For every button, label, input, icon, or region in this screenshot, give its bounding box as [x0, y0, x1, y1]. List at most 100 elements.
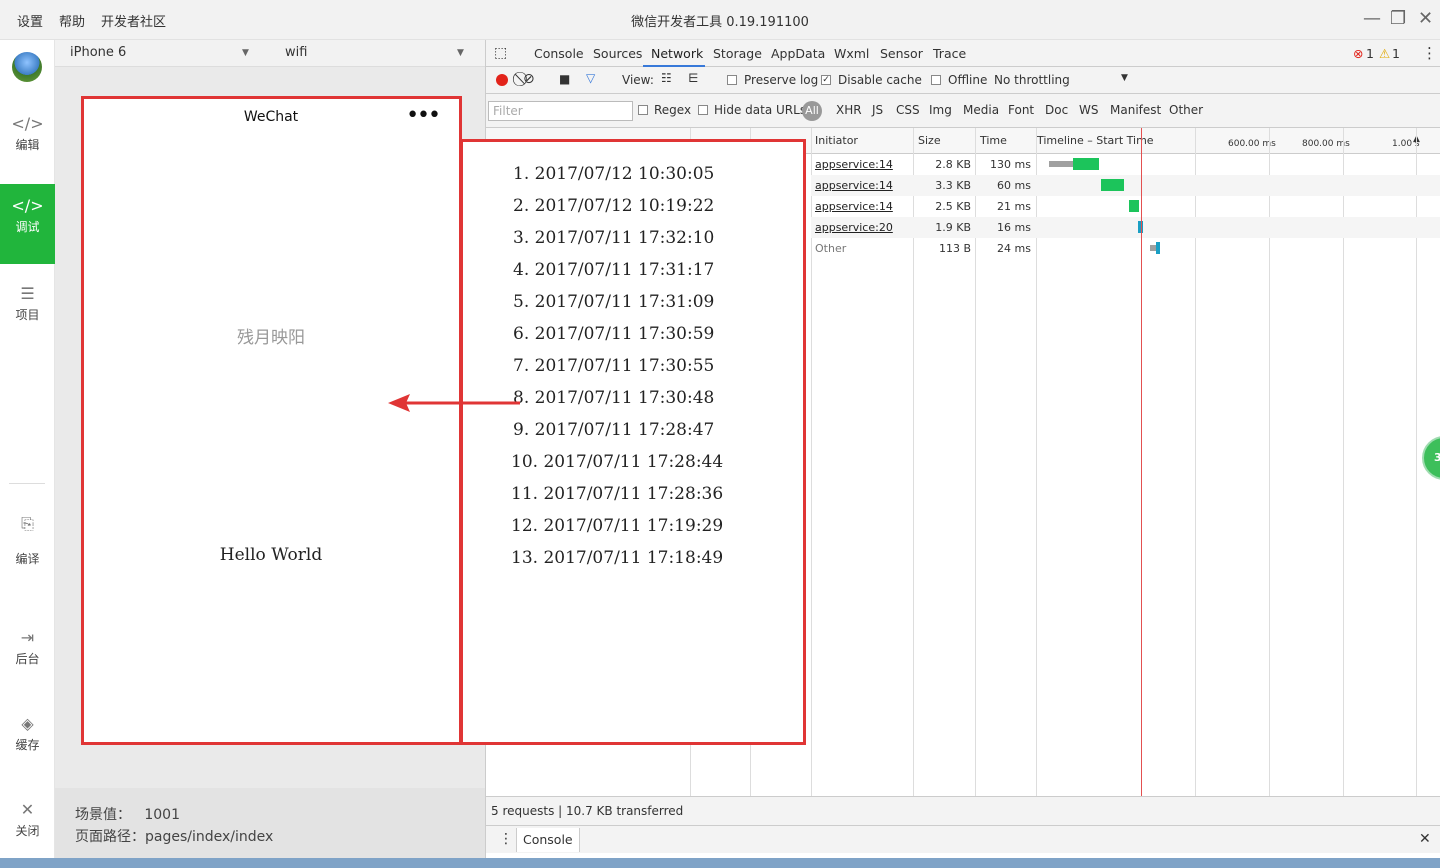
- os-taskbar: [0, 858, 1440, 868]
- tab-wxml[interactable]: Wxml: [834, 46, 869, 61]
- record-icon[interactable]: [496, 74, 508, 86]
- sidebar-item-label: 项目: [15, 308, 40, 322]
- timing-bar-wait: [1049, 161, 1073, 167]
- background-icon: ⇥: [20, 628, 35, 647]
- warning-icon[interactable]: ⚠: [1379, 46, 1390, 61]
- column-timeline[interactable]: Timeline – Start Time: [1037, 134, 1154, 147]
- sidebar-item-edit[interactable]: </> 编辑: [0, 102, 55, 182]
- simulator-info: 场景值： 1001 页面路径：pages/index/index: [55, 788, 485, 868]
- avatar[interactable]: [12, 52, 42, 82]
- initiator-cell[interactable]: appservice:14: [815, 158, 893, 171]
- table-row[interactable]: appservice:20 1.9 KB 16 ms: [811, 217, 1440, 238]
- sidebar-item-compile[interactable]: ⎘ 编译: [0, 502, 55, 582]
- close-window-icon[interactable]: ✕: [1418, 8, 1433, 29]
- list-item: 12. 2017/07/11 17:19:29: [511, 516, 724, 536]
- tab-sources[interactable]: Sources: [593, 46, 642, 61]
- filter-img[interactable]: Img: [929, 103, 952, 117]
- path-line: 页面路径：pages/index/index: [75, 826, 273, 846]
- device-select[interactable]: iPhone 6: [70, 45, 126, 60]
- tab-storage[interactable]: Storage: [713, 46, 762, 61]
- sidebar-item-debug[interactable]: </> 调试: [0, 184, 55, 264]
- tab-console[interactable]: Console: [534, 46, 584, 61]
- waterfall-view-icon[interactable]: ⋿: [688, 71, 698, 85]
- scene-line: 场景值： 1001: [75, 804, 180, 824]
- warning-count: 1: [1392, 46, 1400, 61]
- size-cell: 1.9 KB: [935, 221, 971, 234]
- list-item: 11. 2017/07/11 17:28:36: [511, 484, 724, 504]
- filter-font[interactable]: Font: [1008, 103, 1034, 117]
- drawer-menu-icon[interactable]: ⋮: [499, 831, 513, 847]
- offline-label: Offline: [948, 73, 988, 87]
- scene-label: 场景值：: [75, 807, 131, 823]
- video-icon[interactable]: ■: [559, 72, 570, 86]
- filter-icon[interactable]: ▽: [586, 71, 595, 85]
- list-view-icon[interactable]: ☷: [661, 71, 672, 85]
- hide-data-urls-checkbox[interactable]: [698, 105, 708, 115]
- sidebar-item-background[interactable]: ⇥ 后台: [0, 616, 55, 696]
- column-time[interactable]: Time: [980, 134, 1007, 147]
- filter-xhr[interactable]: XHR: [836, 103, 862, 117]
- maximize-icon[interactable]: ❐: [1390, 8, 1406, 29]
- filter-js[interactable]: JS: [872, 103, 883, 117]
- layers-icon: ◈: [21, 714, 34, 733]
- tab-appdata[interactable]: AppData: [771, 46, 825, 61]
- initiator-cell[interactable]: appservice:14: [815, 200, 893, 213]
- block-icon[interactable]: ⊘: [523, 71, 535, 87]
- filter-input[interactable]: Filter: [488, 101, 633, 121]
- throttling-select[interactable]: No throttling: [994, 73, 1070, 87]
- sidebar-item-label: 后台: [15, 652, 40, 666]
- chevron-down-icon[interactable]: ▼: [1121, 73, 1128, 83]
- close-icon: ✕: [20, 800, 35, 819]
- regex-checkbox[interactable]: [638, 105, 648, 115]
- chevron-down-icon[interactable]: ▼: [457, 48, 464, 58]
- close-drawer-icon[interactable]: ✕: [1419, 831, 1431, 847]
- network-select[interactable]: wifi: [285, 45, 307, 60]
- filter-all-button[interactable]: All: [802, 101, 822, 121]
- chevron-down-icon[interactable]: ▼: [242, 48, 249, 58]
- left-sidebar: </> 编辑 </> 调试 ☰ 项目 ⎘ 编译 ⇥ 后台 ◈ 缓存 ✕ 关闭: [0, 40, 55, 868]
- time-cell: 60 ms: [997, 179, 1031, 192]
- log-list-overlay: 1. 2017/07/12 10:30:05 2. 2017/07/12 10:…: [460, 139, 806, 745]
- kebab-menu-icon[interactable]: ⋮: [1422, 44, 1437, 62]
- scene-value: 1001: [144, 807, 180, 823]
- initiator-cell[interactable]: appservice:20: [815, 221, 893, 234]
- debug-icon: </>: [11, 196, 44, 215]
- sidebar-item-cache[interactable]: ◈ 缓存: [0, 702, 55, 782]
- tab-sensor[interactable]: Sensor: [880, 46, 923, 61]
- sidebar-item-label: 关闭: [15, 824, 40, 838]
- column-size[interactable]: Size: [918, 134, 941, 147]
- list-item: 1. 2017/07/12 10:30:05: [513, 164, 715, 184]
- annotation-phone-frame: [81, 96, 462, 745]
- offline-checkbox[interactable]: [931, 75, 941, 85]
- tab-network[interactable]: Network: [651, 46, 703, 61]
- filter-other[interactable]: Other: [1169, 103, 1203, 117]
- filter-doc[interactable]: Doc: [1045, 103, 1068, 117]
- initiator-cell[interactable]: appservice:14: [815, 179, 893, 192]
- sidebar-item-label: 编译: [15, 552, 40, 566]
- sidebar-item-project[interactable]: ☰ 项目: [0, 272, 55, 352]
- device-bar: iPhone 6 ▼ wifi ▼: [55, 40, 485, 67]
- table-row[interactable]: appservice:14 2.8 KB 130 ms: [811, 154, 1440, 175]
- devtools-tabs: ⬚ Console Sources Network Storage AppDat…: [486, 40, 1440, 67]
- preserve-log-checkbox[interactable]: [727, 75, 737, 85]
- error-icon[interactable]: ⊗: [1353, 46, 1363, 61]
- menu-icon: ☰: [20, 284, 35, 303]
- drawer-tab-console[interactable]: Console: [516, 828, 580, 852]
- filter-media[interactable]: Media: [963, 103, 999, 117]
- size-cell: 2.5 KB: [935, 200, 971, 213]
- filter-css[interactable]: CSS: [896, 103, 920, 117]
- network-summary: 5 requests | 10.7 KB transferred: [486, 796, 1440, 825]
- table-row[interactable]: appservice:14 2.5 KB 21 ms: [811, 196, 1440, 217]
- tab-trace[interactable]: Trace: [933, 46, 966, 61]
- table-row[interactable]: Other 113 B 24 ms: [811, 238, 1440, 259]
- filter-bar: Filter Regex Hide data URLs All XHR JS C…: [486, 94, 1440, 128]
- minimize-icon[interactable]: —: [1363, 8, 1381, 29]
- filter-ws[interactable]: WS: [1079, 103, 1098, 117]
- table-row[interactable]: appservice:14 3.3 KB 60 ms: [811, 175, 1440, 196]
- inspect-icon[interactable]: ⬚: [494, 45, 507, 61]
- disable-cache-checkbox[interactable]: ✓: [821, 75, 831, 85]
- filter-manifest[interactable]: Manifest: [1110, 103, 1161, 117]
- sidebar-item-close[interactable]: ✕ 关闭: [0, 788, 55, 868]
- load-event-line: [1141, 128, 1142, 796]
- column-initiator[interactable]: Initiator: [815, 134, 858, 147]
